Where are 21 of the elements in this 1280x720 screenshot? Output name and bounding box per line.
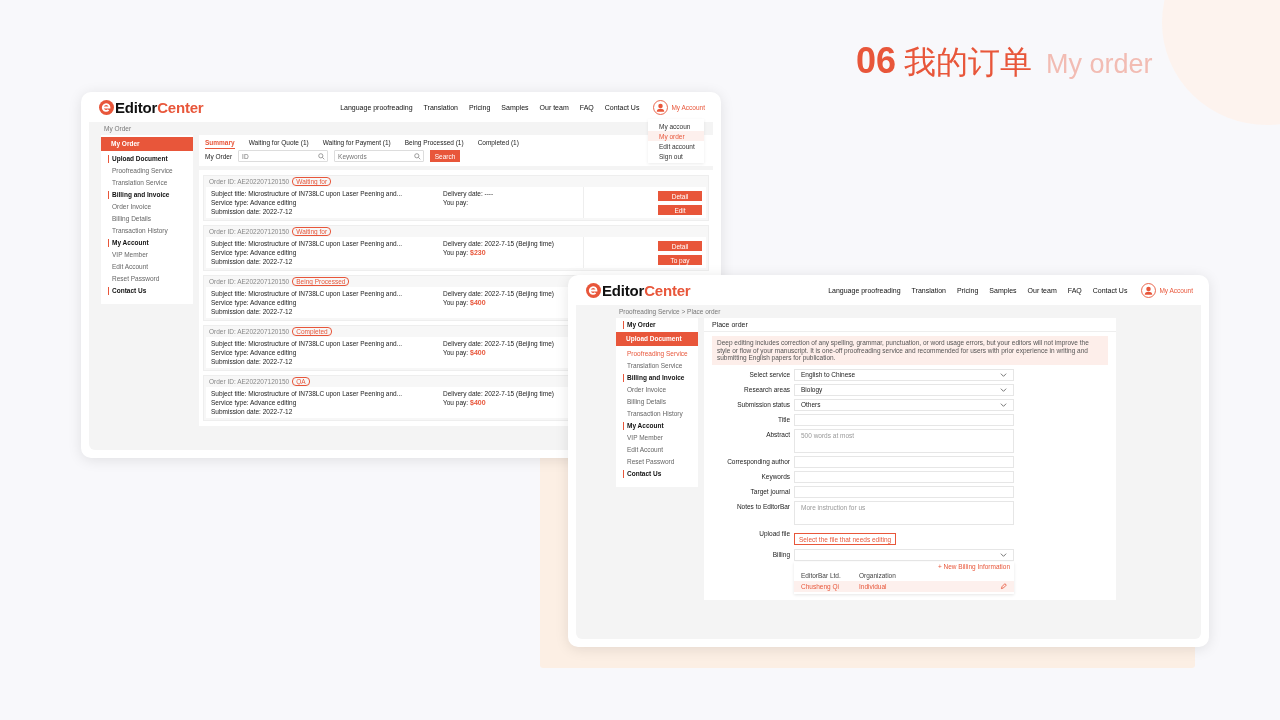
- chevron-down-icon: [1000, 552, 1007, 557]
- text-field[interactable]: [794, 455, 1014, 468]
- section-number: 06: [856, 40, 897, 82]
- logo-icon: [586, 282, 601, 298]
- section-title: 我的订单: [904, 42, 1033, 83]
- avatar-icon[interactable]: [1141, 282, 1157, 298]
- logo-text: EditorCenter: [115, 98, 204, 116]
- search-icon: [318, 152, 326, 160]
- text-field[interactable]: [794, 470, 1014, 483]
- search-icon: [414, 152, 422, 160]
- select-field[interactable]: [794, 548, 1014, 561]
- chevron-down-icon: [1000, 372, 1007, 377]
- pencil-icon[interactable]: [1000, 582, 1007, 590]
- text-field[interactable]: [794, 485, 1014, 498]
- chevron-down-icon: [1000, 402, 1007, 407]
- chevron-down-icon: [1000, 387, 1007, 392]
- logo-text: EditorCenter: [602, 281, 691, 299]
- logo-icon: [99, 99, 114, 115]
- text-field[interactable]: [794, 413, 1014, 426]
- section-subtitle: My order: [1046, 49, 1153, 80]
- avatar-icon[interactable]: [653, 99, 669, 115]
